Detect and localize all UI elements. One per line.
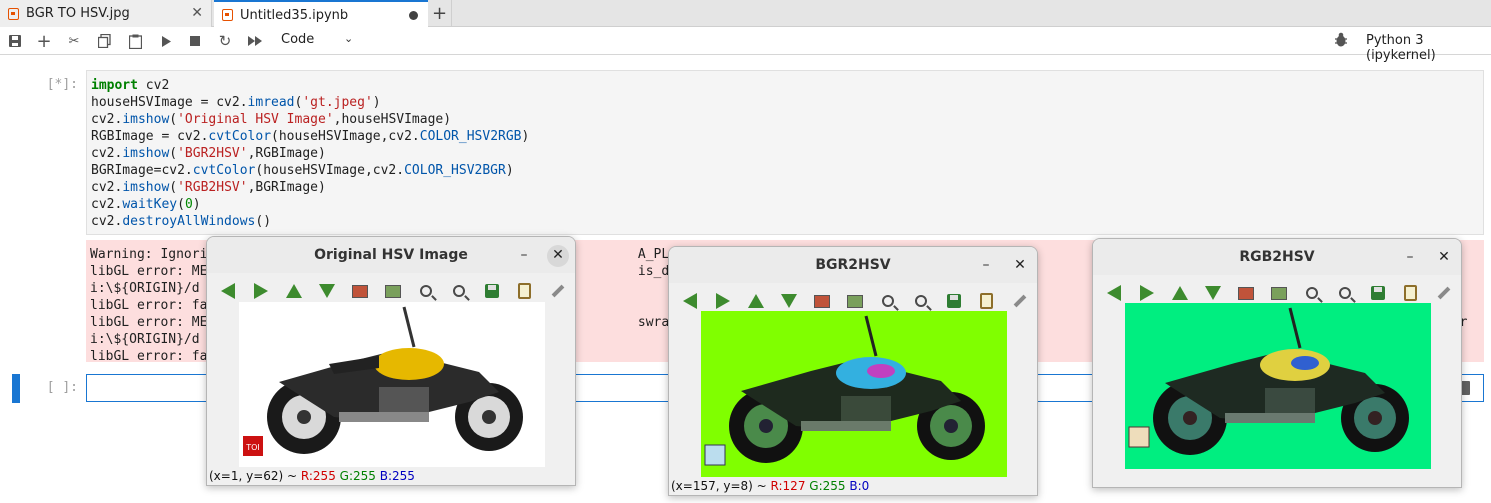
save-image-icon[interactable]: [937, 289, 970, 313]
brush-icon[interactable]: [1427, 281, 1460, 305]
zoom-out-icon[interactable]: [1328, 281, 1361, 305]
image-file-icon: [8, 7, 19, 20]
brush-icon[interactable]: [541, 279, 574, 303]
pan-up-icon[interactable]: [739, 289, 772, 313]
opencv-window-bgr2hsv[interactable]: BGR2HSV – ✕ (x=157, y=8) ~ R:127 G:255 B…: [668, 246, 1038, 496]
properties-icon[interactable]: [508, 279, 541, 303]
close-icon[interactable]: ✕: [1433, 247, 1455, 269]
minimize-icon[interactable]: –: [1399, 247, 1421, 269]
code-line: RGBImage = cv2.cvtColor(houseHSVImage,cv…: [91, 129, 530, 144]
zoom-out-icon[interactable]: [442, 279, 475, 303]
insert-cell-icon[interactable]: +: [33, 31, 55, 52]
image-canvas[interactable]: TOI: [239, 302, 545, 467]
pan-down-icon[interactable]: [310, 279, 343, 303]
motorcycle-image: [1128, 307, 1409, 455]
motorcycle-image: [704, 315, 985, 466]
save-image-icon[interactable]: [475, 279, 508, 303]
tab-bar: BGR TO HSV.jpg ✕ Untitled35.ipynb +: [0, 0, 1491, 28]
minimize-icon[interactable]: –: [513, 245, 535, 267]
copy-icon[interactable]: [93, 31, 115, 51]
chevron-down-icon[interactable]: ⌄: [344, 32, 353, 45]
pan-left-icon[interactable]: [1097, 281, 1130, 305]
image-canvas[interactable]: [1125, 303, 1431, 469]
zoom-in-icon[interactable]: [409, 279, 442, 303]
run-icon[interactable]: [155, 31, 177, 51]
notebook-toolbar: + ✂ ↻ Code ⌄ Python 3 (ipykernel): [0, 27, 1491, 63]
zoom-original-icon[interactable]: [1262, 281, 1295, 305]
tab-bgr-to-hsv-jpg[interactable]: BGR TO HSV.jpg ✕: [0, 0, 212, 27]
code-line: import cv2: [91, 78, 170, 93]
motorcycle-image: TOI: [243, 306, 523, 456]
cut-icon[interactable]: ✂: [63, 31, 85, 51]
empty-cell-prompt: [ ]:: [46, 380, 78, 395]
image-toolbar: [673, 289, 1036, 313]
unsaved-dot-icon[interactable]: [409, 11, 418, 20]
save-icon[interactable]: [4, 31, 26, 51]
tab-label: BGR TO HSV.jpg: [26, 6, 130, 21]
properties-icon[interactable]: [1394, 281, 1427, 305]
zoom-original-icon[interactable]: [376, 279, 409, 303]
zoom-fit-icon[interactable]: [343, 279, 376, 303]
code-line: cv2.imshow('Original HSV Image',houseHSV…: [91, 112, 452, 127]
zoom-out-icon[interactable]: [904, 289, 937, 313]
brush-icon[interactable]: [1003, 289, 1036, 313]
kernel-status[interactable]: Python 3 (ipykernel): [1366, 33, 1491, 63]
pan-right-icon[interactable]: [1130, 281, 1163, 305]
image-canvas[interactable]: [701, 311, 1007, 477]
code-line: cv2.waitKey(0): [91, 197, 201, 212]
opencv-window-original-hsv[interactable]: Original HSV Image – ✕ TOI (x=1, y=62) ~…: [206, 236, 576, 486]
zoom-original-icon[interactable]: [838, 289, 871, 313]
properties-icon[interactable]: [970, 289, 1003, 313]
cell-execution-prompt: [*]:: [46, 77, 78, 92]
cell-type-select[interactable]: Code: [281, 32, 314, 47]
tab-untitled35-ipynb[interactable]: Untitled35.ipynb: [214, 0, 428, 28]
debugger-bug-icon[interactable]: [1334, 32, 1350, 48]
code-cell-editor[interactable]: import cv2 houseHSVImage = cv2.imread('gt…: [86, 70, 1484, 235]
pixel-status: (x=1, y=62) ~ R:255 G:255 B:255: [209, 469, 415, 483]
pan-up-icon[interactable]: [277, 279, 310, 303]
code-line: cv2.imshow('BGR2HSV',RGBImage): [91, 146, 326, 161]
add-tab-button[interactable]: +: [428, 0, 452, 27]
image-toolbar: [211, 279, 574, 303]
stop-icon[interactable]: [184, 31, 206, 51]
pan-right-icon[interactable]: [244, 279, 277, 303]
fast-forward-icon[interactable]: [244, 31, 266, 51]
image-toolbar: [1097, 281, 1460, 305]
zoom-fit-icon[interactable]: [805, 289, 838, 313]
code-line: cv2.imshow('RGB2HSV',BGRImage): [91, 180, 326, 195]
zoom-in-icon[interactable]: [871, 289, 904, 313]
save-image-icon[interactable]: [1361, 281, 1394, 305]
zoom-in-icon[interactable]: [1295, 281, 1328, 305]
close-tab-icon[interactable]: ✕: [191, 5, 203, 21]
pan-right-icon[interactable]: [706, 289, 739, 313]
paste-icon[interactable]: [124, 31, 146, 51]
code-line: BGRImage=cv2.cvtColor(houseHSVImage,cv2.…: [91, 163, 514, 178]
code-line: cv2.destroyAllWindows(): [91, 214, 272, 229]
pan-up-icon[interactable]: [1163, 281, 1196, 305]
pixel-status: (x=157, y=8) ~ R:127 G:255 B:0: [671, 479, 870, 493]
active-cell-indicator: [12, 374, 20, 403]
restart-icon[interactable]: ↻: [214, 31, 236, 51]
pan-left-icon[interactable]: [673, 289, 706, 313]
notebook-file-icon: [222, 9, 233, 21]
code-line: houseHSVImage = cv2.imread('gt.jpeg'): [91, 95, 381, 110]
close-icon[interactable]: ✕: [547, 245, 569, 267]
pan-left-icon[interactable]: [211, 279, 244, 303]
logo-mark: TOI: [245, 443, 260, 452]
pan-down-icon[interactable]: [772, 289, 805, 313]
close-icon[interactable]: ✕: [1009, 255, 1031, 277]
opencv-window-rgb2hsv[interactable]: RGB2HSV – ✕: [1092, 238, 1462, 488]
zoom-fit-icon[interactable]: [1229, 281, 1262, 305]
pan-down-icon[interactable]: [1196, 281, 1229, 305]
minimize-icon[interactable]: –: [975, 255, 997, 277]
tab-label: Untitled35.ipynb: [240, 7, 349, 23]
